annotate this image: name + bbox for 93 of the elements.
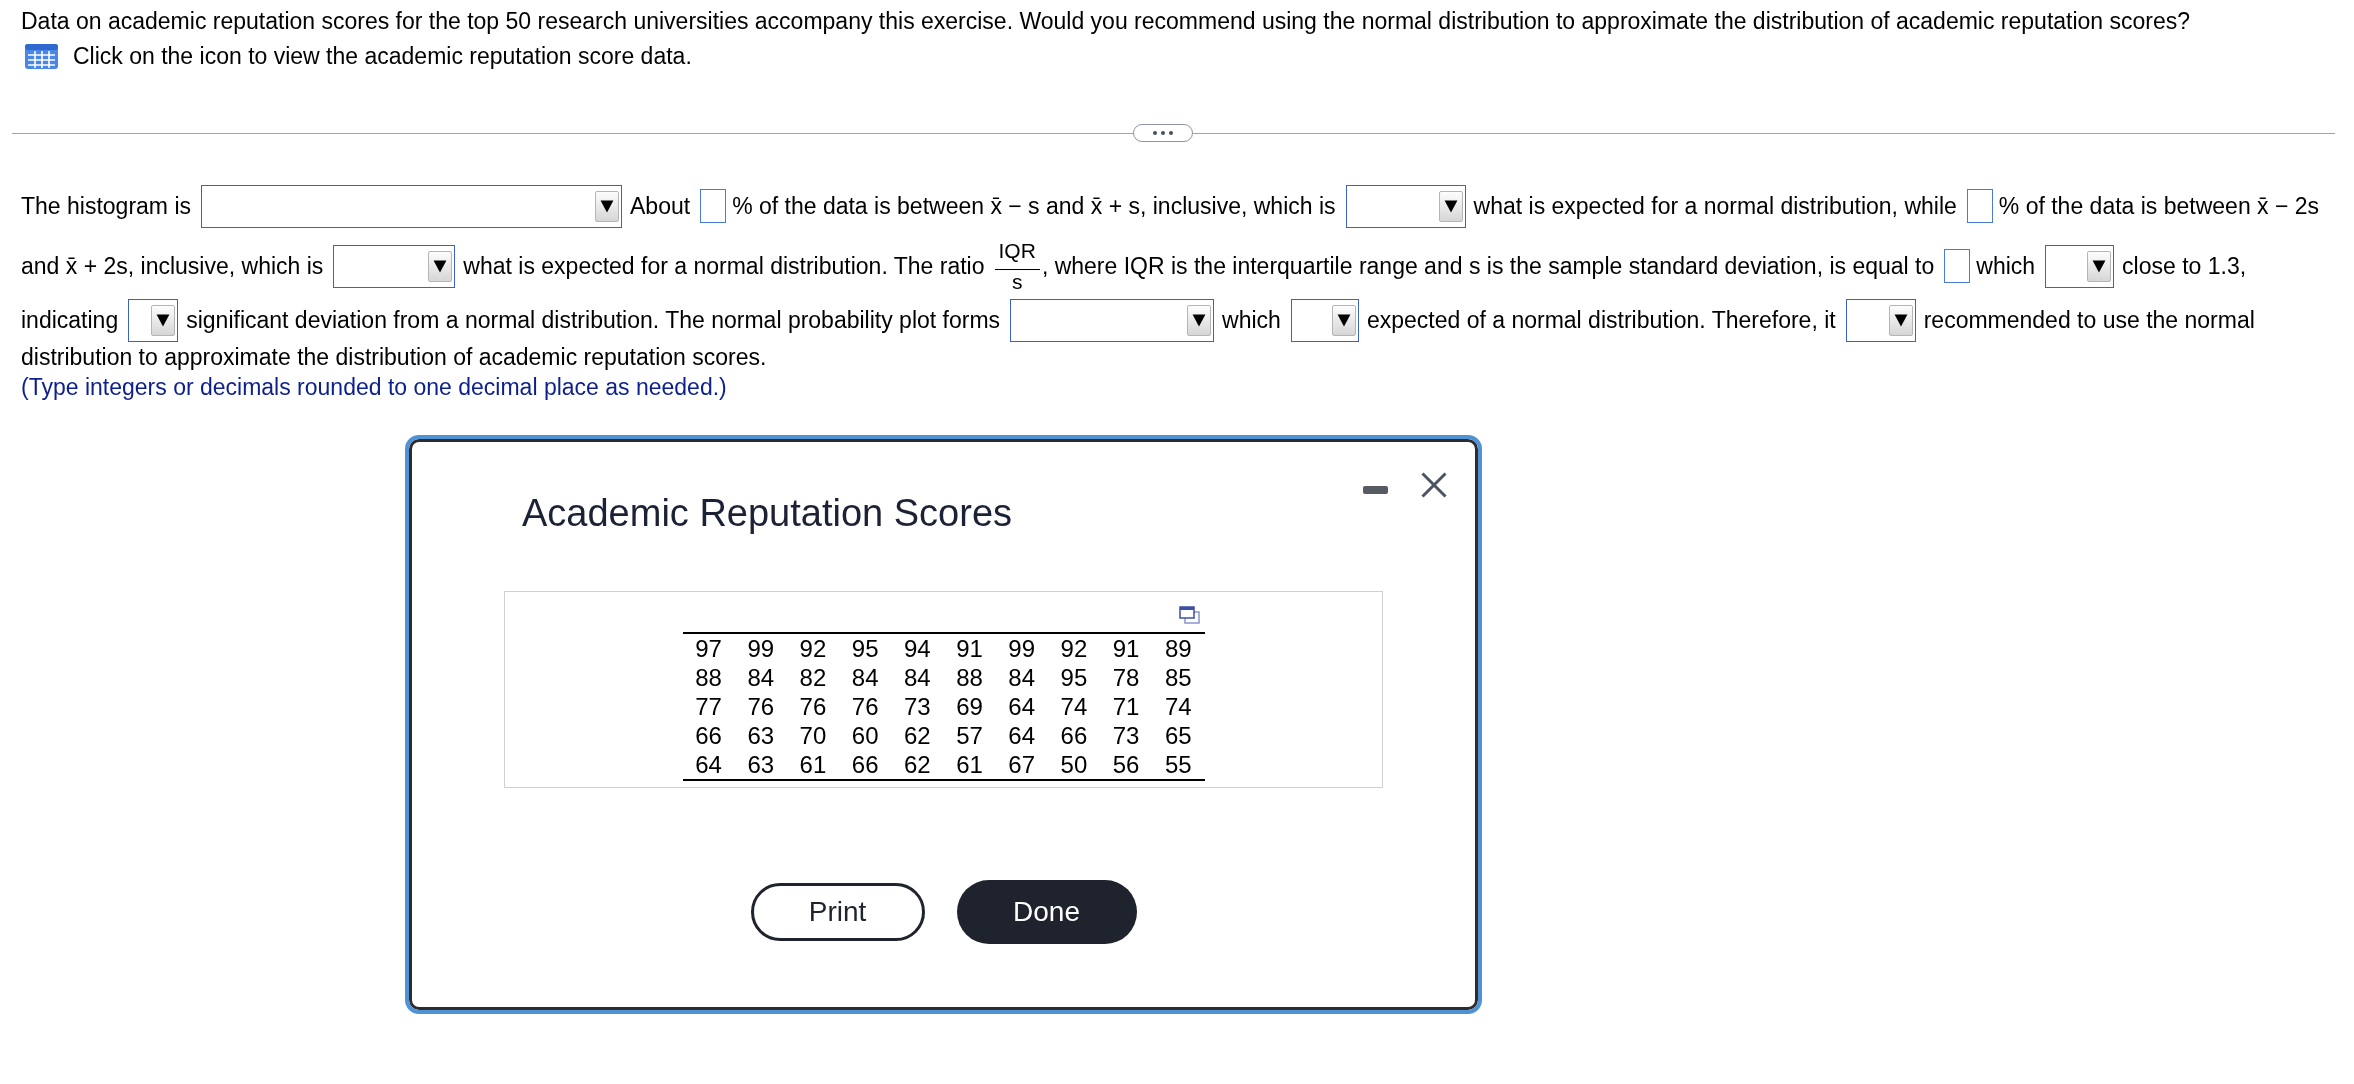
caret-icon	[1438, 190, 1463, 222]
table-cell: 92	[786, 633, 840, 663]
question-text: significant deviation from a normal distribution. The normal probability plot forms	[186, 306, 1001, 335]
question-text: , where IQR is the interquartile range and s is the sample standard deviation, is equal to	[1041, 252, 1935, 281]
answer-box[interactable]	[700, 189, 727, 223]
table-cell: 61	[943, 750, 996, 780]
table-cell: 56	[1100, 750, 1153, 780]
table-cell-text: 73	[903, 692, 932, 721]
fraction: IQR s	[994, 238, 1040, 294]
question-text: % of the data is between x̄ − s and x̄ + s, inclusive, which is	[732, 192, 1336, 221]
table-cell: 55	[1152, 750, 1205, 780]
table-cell: 67	[995, 750, 1048, 780]
table-cell-text: 78	[1111, 663, 1141, 692]
table-cell-text: 74	[1059, 692, 1089, 721]
caret-icon	[2087, 250, 2112, 282]
table-cell: 64	[682, 750, 735, 780]
question-text: The histogram is	[21, 192, 191, 221]
question-text: Data on academic reputation scores for the top 50 research universities accompany this exercise. Would you recommend using the normal distribution to approximate the distribution of academic reputation scores?	[21, 7, 2192, 36]
table-cell-text: 74	[1164, 692, 1193, 721]
instruction-text: Click on the icon to view the academic reputation score data.	[73, 42, 692, 71]
question-text: close to 1.3,	[2122, 252, 2247, 281]
table-cell-text: 88	[955, 663, 984, 692]
question-text: what is expected for a normal distribution, while	[1473, 192, 1957, 221]
table-cell-text: 76	[746, 692, 776, 721]
table-cell-text: 62	[903, 721, 932, 750]
table-cell: 99	[734, 633, 787, 663]
table-cell-text: 64	[1007, 692, 1037, 721]
dropdown[interactable]	[1845, 298, 1916, 342]
caret-icon	[428, 250, 453, 282]
table-cell: 62	[891, 750, 944, 780]
dropdown[interactable]	[2045, 244, 2115, 288]
table-cell-text: 95	[1059, 663, 1089, 692]
table-cell-text: 71	[1111, 692, 1141, 721]
close-icon[interactable]	[1421, 472, 1447, 498]
table-cell-text: 88	[694, 663, 723, 692]
answer-box[interactable]	[1944, 249, 1971, 283]
table-cell-text: 84	[746, 663, 776, 692]
table-cell-text: 69	[955, 692, 984, 721]
ellipsis-icon	[1153, 131, 1173, 135]
table-cell-text: 85	[1164, 663, 1193, 692]
table-cell: 91	[1100, 633, 1153, 663]
caret-icon	[1187, 304, 1212, 336]
question-text: indicating	[21, 306, 119, 335]
table-cell: 50	[1047, 750, 1100, 780]
two-windows-icon[interactable]	[1178, 606, 1200, 624]
dialog-title: Academic Reputation Scores	[522, 491, 1013, 535]
table-cell-text: 84	[850, 663, 880, 692]
table-cell: 91	[943, 633, 996, 663]
question-text: what is expected for a normal distribution. The ratio	[463, 252, 985, 281]
table-cell: 99	[995, 633, 1048, 663]
table-cell: 92	[1047, 633, 1100, 663]
question-text: and x̄ + 2s, inclusive, which is	[21, 252, 324, 281]
caret-icon	[595, 190, 619, 222]
question-text: distribution to approximate the distribution of academic reputation scores.	[21, 343, 767, 372]
print-button[interactable]: Print	[750, 883, 925, 941]
table-cell: 63	[734, 750, 787, 780]
table-cell: 61	[786, 750, 840, 780]
table-cell-text: 57	[955, 721, 984, 750]
table-cell: 97	[682, 633, 735, 663]
table-cell-text: 76	[798, 692, 828, 721]
table-cell-text: 76	[850, 692, 880, 721]
table-cell-text: 82	[798, 663, 828, 692]
table-cell-text: 84	[1007, 663, 1037, 692]
table-cell-text: 63	[746, 721, 776, 750]
table-cell: 66	[839, 750, 892, 780]
table-cell-text: 66	[694, 721, 723, 750]
question-text: About	[630, 192, 691, 221]
table-cell: 94	[891, 633, 944, 663]
table-cell-text: 65	[1164, 721, 1193, 750]
question-text: recommended to use the normal	[1923, 306, 2255, 335]
answer-box[interactable]	[1966, 189, 1993, 223]
expand-button[interactable]	[1133, 124, 1193, 142]
instruction-text: (Type integers or decimals rounded to one decimal place as needed.)	[21, 373, 728, 402]
dropdown[interactable]	[1290, 298, 1359, 342]
table-icon[interactable]	[25, 44, 58, 69]
question-text: which	[1222, 306, 1281, 335]
question-text: % of the data is between x̄ − 2s	[1998, 192, 2320, 221]
table-cell-text: 66	[1059, 721, 1089, 750]
table-cell-text: 60	[850, 721, 880, 750]
dropdown[interactable]	[128, 298, 179, 342]
question-text: which	[1976, 252, 2036, 281]
table-cell: 89	[1152, 633, 1205, 663]
table-cell: 95	[839, 633, 892, 663]
done-button[interactable]: Done	[956, 880, 1137, 944]
table-cell-text: 73	[1111, 721, 1141, 750]
question-text: expected of a normal distribution. Therefore, it	[1366, 306, 1836, 335]
table-cell-text: 84	[903, 663, 932, 692]
table-cell-text: 64	[1007, 721, 1037, 750]
caret-icon	[1888, 304, 1913, 336]
table-cell-text: 70	[798, 721, 828, 750]
table-cell-text: 77	[694, 692, 723, 721]
caret-icon	[151, 304, 176, 336]
caret-icon	[1331, 304, 1356, 336]
